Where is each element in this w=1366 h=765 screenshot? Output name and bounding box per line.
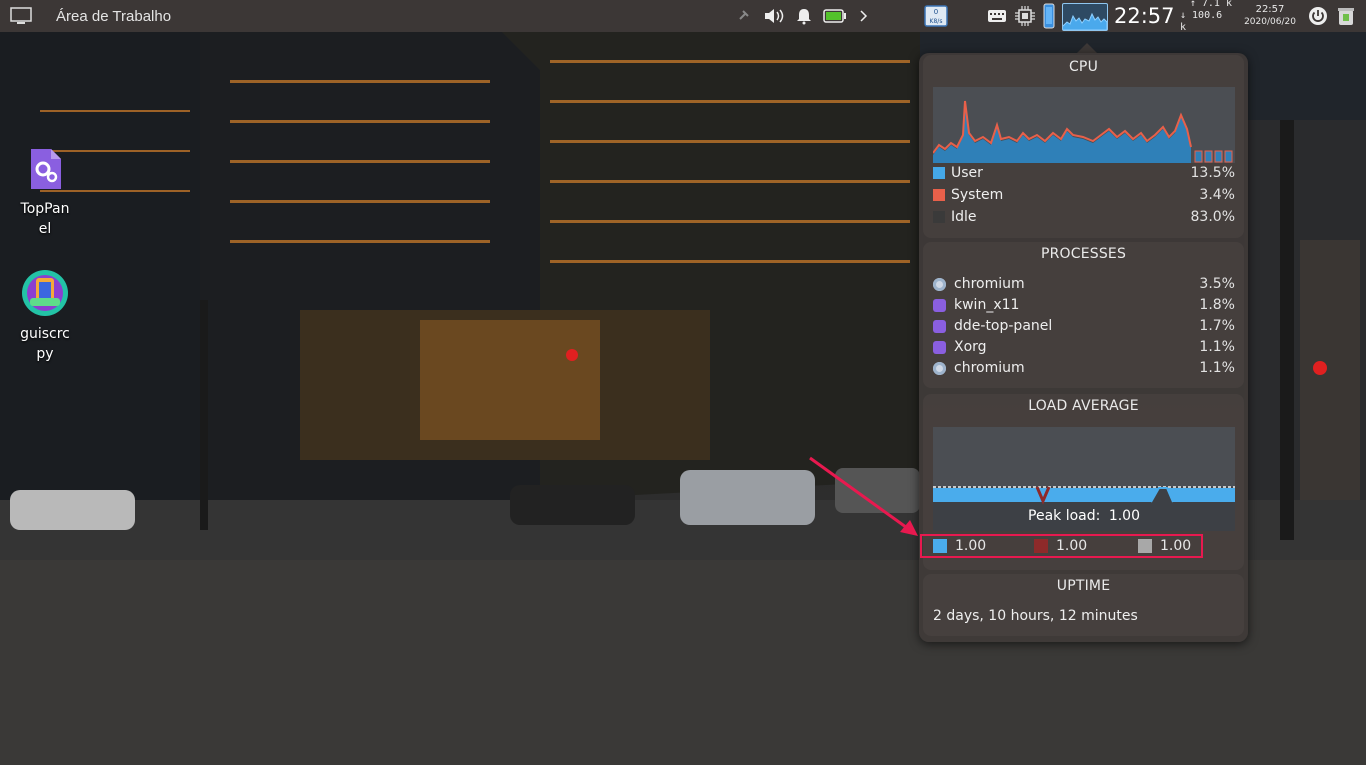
cpu-user-label: User	[951, 165, 983, 181]
power-icon[interactable]	[1308, 0, 1328, 32]
legend-swatch	[933, 167, 945, 179]
process-value: 1.8%	[1199, 297, 1235, 313]
process-row[interactable]: chromium 1.1%	[933, 358, 1235, 378]
uptime-card: UPTIME 2 days, 10 hours, 12 minutes	[923, 574, 1244, 636]
cpu-title: CPU	[1068, 59, 1099, 75]
volume-icon[interactable]	[764, 0, 786, 32]
process-row[interactable]: chromium 3.5%	[933, 274, 1235, 294]
chromium-icon	[933, 361, 946, 375]
net-upload: ↑ 7.1 k	[1189, 0, 1232, 9]
uptime-title: UPTIME	[1056, 578, 1111, 594]
processes-card: PROCESSES chromium 3.5% kwin_x11 1.8% dd…	[923, 242, 1244, 388]
legend-swatch	[933, 211, 945, 223]
svg-text:Peak load: 1.00: Peak load: 1.00	[1028, 508, 1140, 524]
cpu-idle-row: Idle 83.0%	[933, 207, 1235, 227]
gear-icon	[31, 149, 61, 189]
bell-icon[interactable]	[795, 0, 813, 32]
process-value: 3.5%	[1199, 276, 1235, 292]
cpu-user-row: User 13.5%	[933, 163, 1235, 183]
app-icon	[933, 340, 946, 354]
clock[interactable]: 22:57	[1114, 0, 1175, 32]
process-name: dde-top-panel	[954, 318, 1053, 334]
cpu-graph	[933, 87, 1235, 163]
peak-load-value: 1.00	[1109, 508, 1140, 524]
desktop-icon-guiscrcpy[interactable]: guiscrc py	[15, 268, 75, 364]
load-average-graph: Peak load: 1.00	[933, 427, 1235, 531]
cpu-card: CPU User 13.5% System 3.4% Idle 83.0%	[923, 55, 1244, 238]
process-name: kwin_x11	[954, 297, 1020, 313]
desktop-icon[interactable]	[8, 0, 34, 32]
chevron-right-icon[interactable]	[858, 0, 870, 32]
date-time: 22:57	[1255, 4, 1285, 15]
app-icon	[933, 298, 946, 312]
desktop-icon-toppanel[interactable]: TopPan el	[15, 145, 75, 239]
cpu-idle-label: Idle	[951, 209, 977, 225]
kbs-label: K8/s	[930, 18, 943, 25]
popup-arrow	[1077, 43, 1097, 53]
net-download: ↓ 100.6 k	[1180, 10, 1223, 33]
process-row[interactable]: kwin_x11 1.8%	[933, 295, 1235, 315]
process-name: Xorg	[954, 339, 987, 355]
annotation-highlight-box	[920, 534, 1203, 558]
process-row[interactable]: dde-top-panel 1.7%	[933, 316, 1235, 336]
processes-title: PROCESSES	[1040, 246, 1127, 262]
date: 2020/06/20	[1244, 17, 1296, 27]
datetime[interactable]: 22:57 2020/06/20	[1238, 0, 1302, 32]
annotation-arrow-icon	[809, 456, 918, 536]
trash-icon[interactable]	[1337, 0, 1355, 32]
android-icon	[22, 270, 68, 316]
process-value: 1.1%	[1199, 360, 1235, 376]
uptime-row: 2 days, 10 hours, 12 minutes	[933, 606, 1235, 626]
process-name: chromium	[954, 360, 1025, 376]
network-speed[interactable]: ↑ 7.1 k ↓ 100.6 k	[1180, 0, 1232, 33]
app-icon	[933, 319, 946, 333]
kbs-value: 0	[934, 8, 938, 16]
process-value: 1.1%	[1199, 339, 1235, 355]
phone-icon[interactable]	[1043, 0, 1055, 32]
chromium-icon	[933, 277, 946, 291]
pin-icon[interactable]	[736, 0, 750, 32]
cpu-chip-icon[interactable]	[1014, 0, 1036, 32]
cpu-system-value: 3.4%	[1199, 187, 1235, 203]
process-row[interactable]: Xorg 1.1%	[933, 337, 1235, 357]
process-name: chromium	[954, 276, 1025, 292]
cpu-system-label: System	[951, 187, 1004, 203]
cpu-system-row: System 3.4%	[933, 185, 1235, 205]
desktop-icon-label: guiscrc py	[20, 326, 70, 362]
network-speed-icon[interactable]: 0 K8/s	[924, 0, 948, 32]
battery-icon[interactable]	[823, 0, 847, 32]
uptime-text: 2 days, 10 hours, 12 minutes	[933, 608, 1138, 624]
peak-load-label: Peak load:	[1028, 508, 1100, 524]
load-average-title: LOAD AVERAGE	[1028, 398, 1139, 414]
cpu-graph-icon[interactable]	[1062, 3, 1108, 31]
desktop-icon-label: TopPan el	[20, 201, 70, 237]
process-value: 1.7%	[1199, 318, 1235, 334]
window-title: Área de Trabalho	[56, 7, 172, 25]
legend-swatch	[933, 189, 945, 201]
top-panel: Área de Trabalho 0 K8/s 22:57 ↑ 7.1 k ↓ …	[0, 0, 1366, 33]
cpu-user-value: 13.5%	[1190, 165, 1235, 181]
keyboard-icon[interactable]	[987, 0, 1007, 32]
cpu-idle-value: 83.0%	[1190, 209, 1235, 225]
